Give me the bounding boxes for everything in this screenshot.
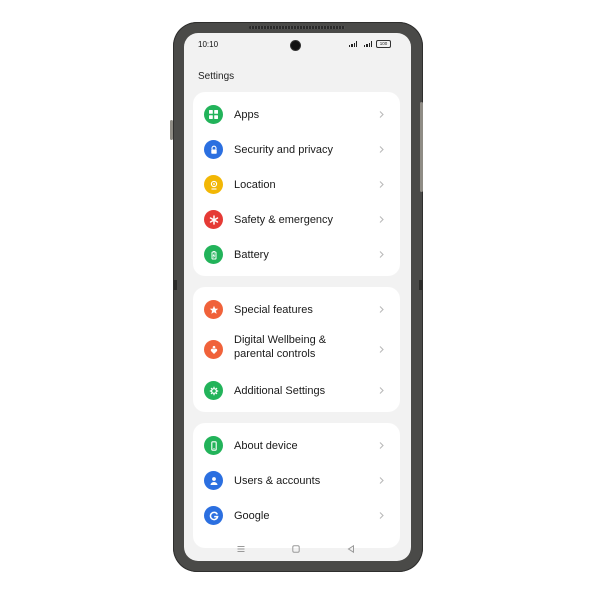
volume-button — [170, 120, 173, 140]
chevron-right-icon — [379, 146, 384, 153]
hinge-right — [419, 280, 423, 290]
item-label-line2: parental controls — [234, 348, 316, 360]
asterisk-icon — [204, 210, 223, 229]
chevron-right-icon — [379, 477, 384, 484]
earpiece — [249, 26, 345, 29]
chevron-right-icon — [379, 306, 384, 313]
settings-item-digital-wellbeing[interactable]: Digital Wellbeing & parental controls — [193, 330, 400, 370]
lock-icon — [204, 140, 223, 159]
gear-icon — [204, 381, 223, 400]
chevron-right-icon — [379, 216, 384, 223]
menu-icon[interactable] — [236, 544, 246, 554]
heart-person-icon — [204, 340, 223, 359]
chevron-right-icon — [379, 346, 384, 353]
item-label: Apps — [234, 109, 260, 121]
item-label: About device — [234, 440, 298, 452]
item-label: Location — [234, 179, 276, 191]
person-icon — [204, 471, 223, 490]
chevron-right-icon — [379, 442, 384, 449]
hinge-left — [173, 280, 177, 290]
settings-item-battery[interactable]: Battery — [193, 237, 400, 272]
navigation-bar — [184, 538, 411, 561]
settings-item-apps[interactable]: Apps — [193, 97, 400, 132]
google-icon — [204, 506, 223, 525]
signal-icon — [364, 41, 373, 47]
status-time: 10:10 — [198, 40, 219, 49]
item-label: Google — [234, 510, 270, 522]
settings-item-special-features[interactable]: Special features — [193, 292, 400, 327]
item-label: Additional Settings — [234, 385, 326, 397]
chevron-right-icon — [379, 512, 384, 519]
settings-item-security-privacy[interactable]: Security and privacy — [193, 132, 400, 167]
settings-item-safety-emergency[interactable]: Safety & emergency — [193, 202, 400, 237]
signal-icon — [349, 41, 358, 47]
apps-grid-icon — [204, 105, 223, 124]
item-label: Battery — [234, 249, 269, 261]
settings-item-additional-settings[interactable]: Additional Settings — [193, 373, 400, 408]
screen: 10:10 100 Settings Apps Security and pri… — [184, 33, 411, 561]
battery-indicator: 100 — [376, 40, 391, 48]
chevron-right-icon — [379, 181, 384, 188]
location-pin-icon — [204, 175, 223, 194]
settings-group-2: Special features Digital Wellbeing & par… — [193, 287, 400, 412]
item-label: Security and privacy — [234, 144, 334, 156]
back-icon[interactable] — [346, 544, 356, 554]
settings-item-users-accounts[interactable]: Users & accounts — [193, 463, 400, 498]
star-icon — [204, 300, 223, 319]
phone-icon — [204, 436, 223, 455]
item-label: Digital Wellbeing & — [234, 334, 327, 346]
battery-icon — [204, 245, 223, 264]
chevron-right-icon — [379, 111, 384, 118]
settings-item-location[interactable]: Location — [193, 167, 400, 202]
settings-group-3: About device Users & accounts Google — [193, 423, 400, 548]
item-label: Users & accounts — [234, 475, 321, 487]
settings-group-1: Apps Security and privacy Location Safet… — [193, 92, 400, 276]
item-label: Special features — [234, 304, 313, 316]
status-bar: 10:10 100 — [184, 33, 411, 55]
settings-item-google[interactable]: Google — [193, 498, 400, 533]
item-label: Safety & emergency — [234, 214, 334, 226]
home-icon[interactable] — [291, 544, 301, 554]
power-button — [420, 102, 423, 192]
page-title: Settings — [198, 71, 235, 82]
chevron-right-icon — [379, 387, 384, 394]
front-camera — [291, 41, 300, 50]
settings-item-about-device[interactable]: About device — [193, 428, 400, 463]
chevron-right-icon — [379, 251, 384, 258]
